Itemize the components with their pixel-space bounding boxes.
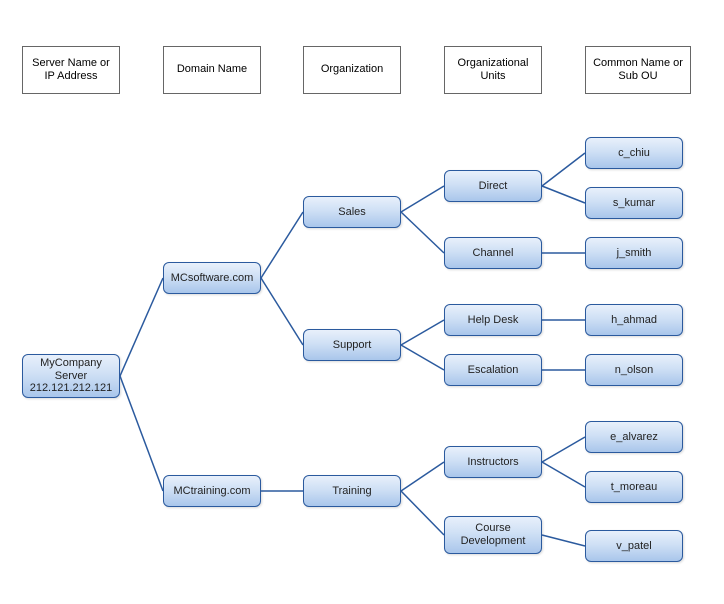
node-server: MyCompany Server 212.121.212.121 [22,354,120,398]
header-server: Server Name or IP Address [22,46,120,94]
node-cn-c_chiu: c_chiu [585,137,683,169]
node-cn-t_moreau: t_moreau [585,471,683,503]
node-ou-channel: Channel [444,237,542,269]
node-domain-software: MCsoftware.com [163,262,261,294]
node-ou-coursedev: Course Development [444,516,542,554]
node-org-support: Support [303,329,401,361]
header-ou: Organizational Units [444,46,542,94]
node-cn-j_smith: j_smith [585,237,683,269]
header-cn: Common Name or Sub OU [585,46,691,94]
node-cn-s_kumar: s_kumar [585,187,683,219]
node-ou-direct: Direct [444,170,542,202]
header-domain: Domain Name [163,46,261,94]
node-cn-e_alvarez: e_alvarez [585,421,683,453]
node-org-training: Training [303,475,401,507]
header-organization: Organization [303,46,401,94]
node-cn-h_ahmad: h_ahmad [585,304,683,336]
node-cn-v_patel: v_patel [585,530,683,562]
node-ou-instructors: Instructors [444,446,542,478]
node-cn-n_olson: n_olson [585,354,683,386]
node-ou-helpdesk: Help Desk [444,304,542,336]
node-domain-training: MCtraining.com [163,475,261,507]
node-org-sales: Sales [303,196,401,228]
node-ou-escalation: Escalation [444,354,542,386]
